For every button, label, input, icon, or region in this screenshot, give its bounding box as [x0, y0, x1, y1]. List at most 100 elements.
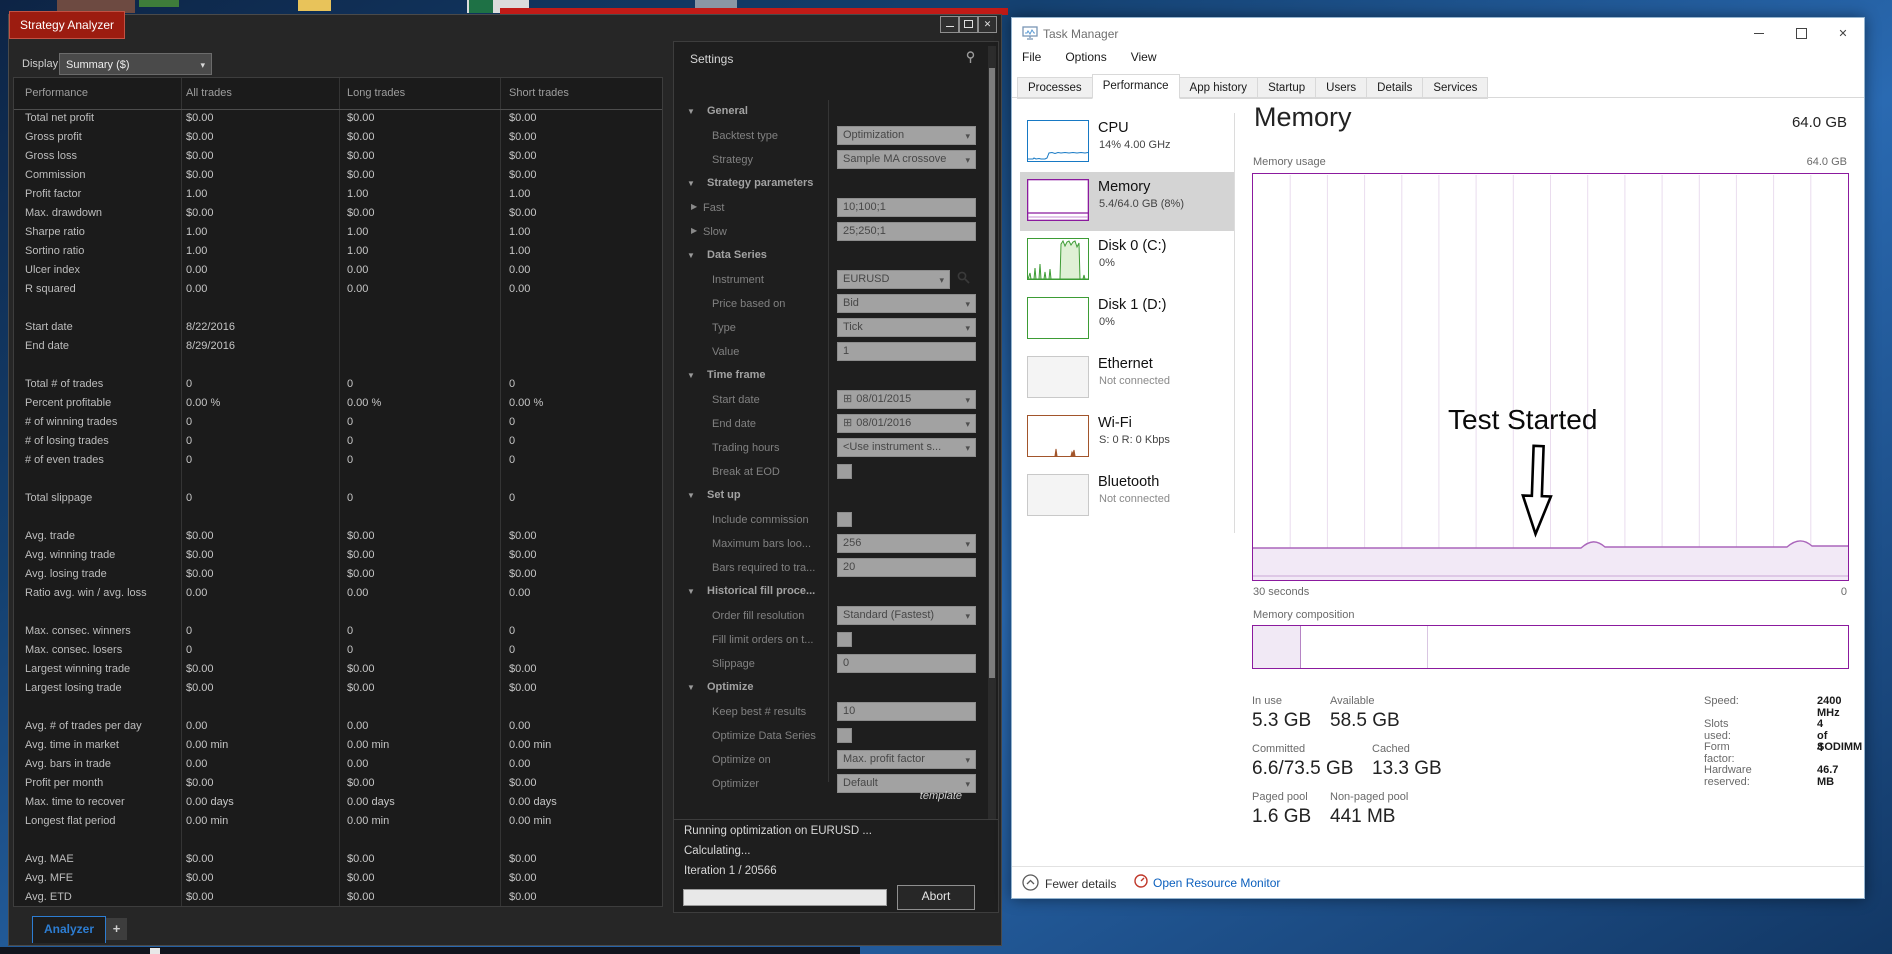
settings-checkbox[interactable]: [837, 464, 852, 479]
row-value: $0.00: [347, 207, 375, 219]
chevron-right-icon[interactable]: ▶: [691, 202, 697, 211]
settings-select[interactable]: ▾ Tick: [837, 318, 976, 337]
settings-input[interactable]: 1: [837, 342, 976, 361]
sidebar-item-detail: Not connected: [1099, 493, 1170, 505]
minimize-button[interactable]: [1738, 18, 1780, 48]
minimize-button[interactable]: [940, 16, 959, 33]
menu-item-file[interactable]: File: [1022, 50, 1041, 64]
add-tab-button[interactable]: +: [106, 918, 127, 940]
settings-select[interactable]: ▾ Standard (Fastest): [837, 606, 976, 625]
tab-startup[interactable]: Startup: [1257, 77, 1317, 99]
row-value: 8/29/2016: [186, 340, 235, 352]
template-link[interactable]: template: [920, 790, 962, 802]
table-header[interactable]: Long trades: [347, 87, 405, 99]
row-value: 0.00: [347, 587, 369, 599]
stat-label: Committed: [1252, 743, 1306, 755]
tab-performance[interactable]: Performance: [1091, 74, 1180, 99]
settings-select[interactable]: ▾ Optimization: [837, 126, 976, 145]
table-row: Avg. # of trades per day 0.00 0.00 0.00: [14, 718, 662, 737]
scrollbar-thumb[interactable]: [989, 68, 995, 678]
row-value: 0: [509, 644, 516, 656]
settings-select[interactable]: ▾ ⊞ 08/01/2016: [837, 414, 976, 433]
row-value: 0.00: [186, 720, 208, 732]
settings-checkbox[interactable]: [837, 632, 852, 647]
settings-input[interactable]: 10;100;1: [837, 198, 976, 217]
settings-checkbox[interactable]: [837, 728, 852, 743]
open-resource-monitor-link[interactable]: Open Resource Monitor: [1134, 874, 1280, 891]
row-label: Commission: [25, 169, 86, 181]
chevron-down-icon[interactable]: ▼: [687, 371, 695, 380]
sidebar-item-bluetooth[interactable]: Bluetooth Not connected: [1020, 467, 1234, 526]
settings-row: Price based on ▾ Bid: [674, 292, 986, 316]
sidebar-item-disk1[interactable]: Disk 1 (D:) 0%: [1020, 290, 1234, 349]
table-header[interactable]: Performance: [25, 87, 88, 99]
chevron-down-icon[interactable]: ▼: [687, 251, 695, 260]
chevron-down-icon[interactable]: ▼: [687, 491, 695, 500]
tab-app-history[interactable]: App history: [1178, 77, 1259, 99]
chevron-down-icon: ▾: [965, 443, 970, 453]
menu-item-options[interactable]: Options: [1065, 50, 1106, 64]
sidebar-item-ethernet[interactable]: Ethernet Not connected: [1020, 349, 1234, 408]
close-button[interactable]: ✕: [1822, 18, 1864, 48]
settings-select[interactable]: ▾ EURUSD: [837, 270, 950, 289]
row-value: 1.00: [509, 188, 531, 200]
settings-section-header[interactable]: Historical fill proce...: [707, 585, 815, 597]
select-value: Bid: [843, 297, 859, 309]
sidebar-item-memory[interactable]: Memory 5.4/64.0 GB (8%): [1020, 172, 1234, 231]
table-header[interactable]: Short trades: [509, 87, 569, 99]
settings-input[interactable]: 25;250;1: [837, 222, 976, 241]
sidebar-item-disk0[interactable]: Disk 0 (C:) 0%: [1020, 231, 1234, 290]
sidebar-item-cpu[interactable]: CPU 14% 4.00 GHz: [1020, 113, 1234, 172]
display-dropdown[interactable]: Summary ($) ▾: [59, 53, 212, 75]
settings-scrollbar[interactable]: [988, 46, 996, 820]
settings-select[interactable]: ▾ Bid: [837, 294, 976, 313]
close-button[interactable]: ✕: [978, 16, 997, 33]
chevron-right-icon[interactable]: ▶: [691, 226, 697, 235]
settings-select[interactable]: ▾ ⊞ 08/01/2015: [837, 390, 976, 409]
settings-input[interactable]: 20: [837, 558, 976, 577]
settings-input[interactable]: 10: [837, 702, 976, 721]
fewer-details-button[interactable]: Fewer details: [1022, 874, 1116, 894]
tab-processes[interactable]: Processes: [1017, 77, 1093, 99]
folder-icon[interactable]: [298, 0, 331, 11]
row-value: $0.00: [347, 891, 375, 903]
taskbar-icon[interactable]: [150, 948, 160, 954]
settings-section-header[interactable]: Data Series: [707, 249, 767, 261]
settings-select[interactable]: ▾ 256: [837, 534, 976, 553]
row-value: 0: [347, 644, 354, 656]
chevron-down-icon[interactable]: ▼: [687, 683, 695, 692]
settings-section-header[interactable]: Strategy parameters: [707, 177, 813, 189]
row-value: 0: [509, 492, 516, 504]
table-row: Avg. losing trade $0.00 $0.00 $0.00: [14, 566, 662, 585]
ethernet-thumbnail-icon: [1027, 356, 1089, 401]
settings-label: Start date: [712, 394, 760, 406]
settings-section-header[interactable]: General: [707, 105, 748, 117]
tab-details[interactable]: Details: [1366, 77, 1424, 99]
settings-select[interactable]: ▾ Max. profit factor: [837, 750, 976, 769]
settings-section-header[interactable]: Time frame: [707, 369, 766, 381]
settings-select[interactable]: ▾ <Use instrument s...: [837, 438, 976, 457]
settings-input[interactable]: 0: [837, 654, 976, 673]
settings-checkbox[interactable]: [837, 512, 852, 527]
tab-users[interactable]: Users: [1315, 77, 1368, 99]
abort-button[interactable]: Abort: [897, 885, 975, 910]
chevron-down-icon[interactable]: ▼: [687, 107, 695, 116]
settings-section-header[interactable]: Set up: [707, 489, 741, 501]
settings-select[interactable]: ▾ Sample MA crossove: [837, 150, 976, 169]
sidebar-item-wifi[interactable]: Wi-Fi S: 0 R: 0 Kbps: [1020, 408, 1234, 467]
table-row: R squared 0.00 0.00 0.00: [14, 281, 662, 300]
settings-label: Keep best # results: [712, 706, 807, 718]
pin-icon[interactable]: [965, 51, 976, 67]
window-title[interactable]: Strategy Analyzer: [9, 11, 126, 39]
tab-analyzer[interactable]: Analyzer: [32, 916, 106, 943]
menu-item-view[interactable]: View: [1131, 50, 1157, 64]
restore-button[interactable]: [959, 16, 978, 33]
maximize-button[interactable]: [1780, 18, 1822, 48]
chevron-down-icon[interactable]: ▼: [687, 587, 695, 596]
table-header[interactable]: All trades: [186, 87, 232, 99]
tab-services[interactable]: Services: [1422, 77, 1489, 99]
chevron-down-icon[interactable]: ▼: [687, 179, 695, 188]
calendar-icon: ⊞: [843, 393, 853, 405]
settings-section-header[interactable]: Optimize: [707, 681, 753, 693]
search-icon[interactable]: [957, 271, 970, 287]
